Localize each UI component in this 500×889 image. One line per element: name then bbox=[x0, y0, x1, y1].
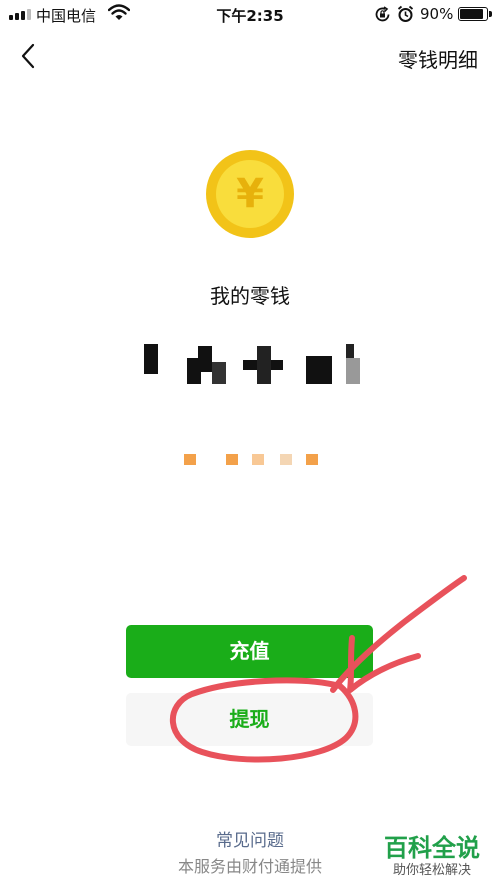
withdraw-button[interactable]: 提现 bbox=[126, 693, 373, 746]
chevron-left-icon bbox=[21, 43, 35, 69]
battery-icon bbox=[458, 7, 488, 21]
status-bar: 中国电信 下午2:35 90% bbox=[0, 0, 500, 30]
rotation-lock-icon bbox=[374, 6, 391, 27]
alarm-icon bbox=[397, 5, 414, 27]
battery-fill bbox=[460, 9, 483, 19]
balance-label: 我的零钱 bbox=[210, 284, 290, 308]
redacted-subtext bbox=[184, 454, 324, 468]
watermark: 百科全说 助你轻松解决 bbox=[372, 828, 492, 882]
yen-symbol: ¥ bbox=[236, 171, 264, 217]
battery-cap bbox=[489, 11, 492, 17]
watermark-subtitle: 助你轻松解决 bbox=[392, 863, 471, 878]
recharge-button[interactable]: 充值 bbox=[126, 625, 373, 678]
redacted-balance bbox=[140, 340, 370, 390]
yen-coin-icon: ¥ bbox=[206, 150, 294, 238]
back-button[interactable] bbox=[16, 42, 42, 70]
red-annotation-circle bbox=[169, 575, 467, 763]
watermark-title: 百科全说 bbox=[384, 834, 480, 862]
coin-inner: ¥ bbox=[216, 160, 284, 228]
battery-percent: 90% bbox=[420, 5, 454, 23]
page-title: 零钱明细 bbox=[398, 48, 478, 72]
